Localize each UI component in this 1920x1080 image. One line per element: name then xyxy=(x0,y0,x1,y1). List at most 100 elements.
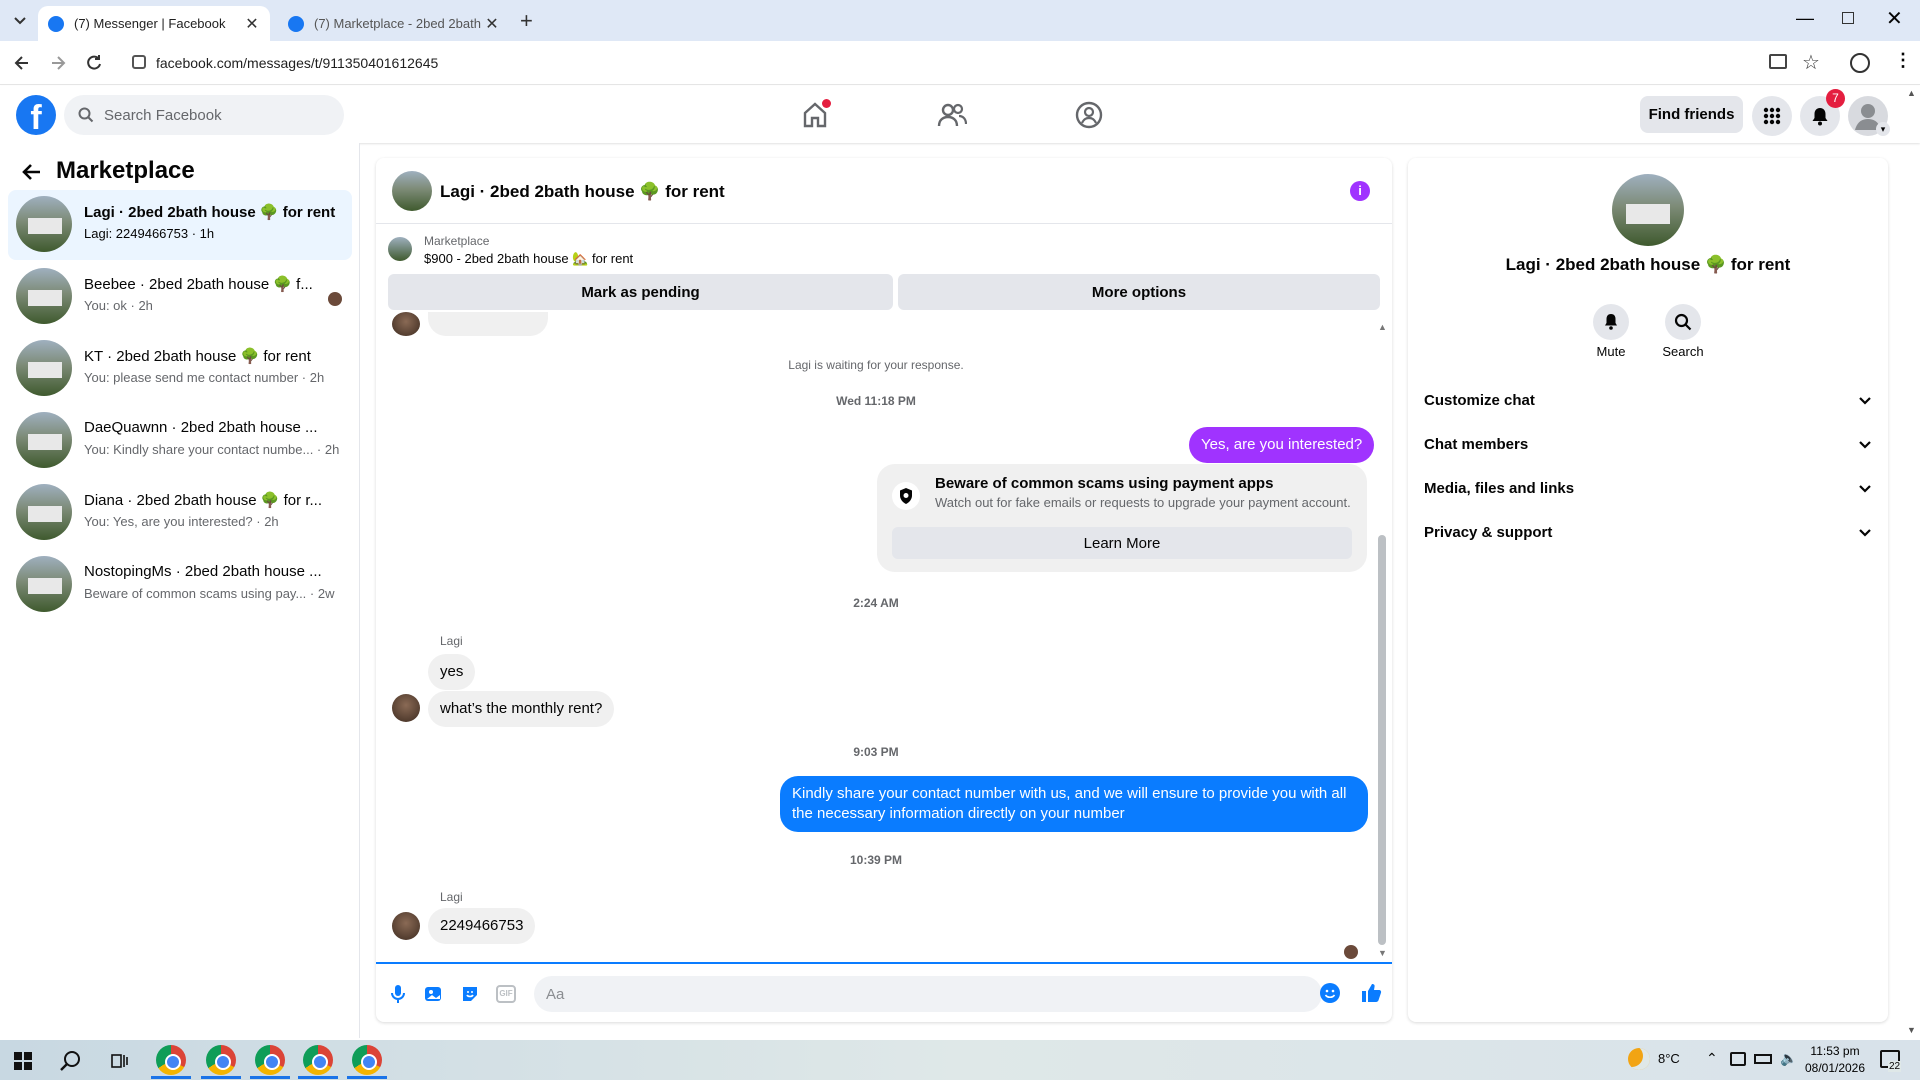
search-placeholder: Search Facebook xyxy=(104,106,222,124)
weather-temperature[interactable]: 8°C xyxy=(1658,1051,1680,1066)
account-chevron-icon[interactable]: ▾ xyxy=(1876,122,1890,136)
site-info-icon[interactable] xyxy=(132,55,146,69)
page-scroll-up-icon[interactable]: ▲ xyxy=(1907,88,1916,98)
close-window-button[interactable]: ✕ xyxy=(1886,6,1903,31)
clock-date: 08/01/2026 xyxy=(1804,1061,1866,1075)
conversation-item[interactable]: NostopingMs · 2bed 2bath house ... Bewar… xyxy=(8,550,352,620)
network-icon[interactable] xyxy=(1730,1052,1746,1066)
url-field[interactable]: facebook.com/messages/t/911350401612645 xyxy=(120,47,1780,79)
install-app-icon[interactable] xyxy=(1769,54,1787,69)
conversation-info-icon[interactable]: i xyxy=(1350,181,1370,201)
browser-menu-icon[interactable]: ⋮ xyxy=(1894,50,1912,71)
close-tab-icon[interactable]: ✕ xyxy=(484,14,500,34)
mute-bell-icon[interactable] xyxy=(1593,304,1629,340)
listing-avatar xyxy=(16,268,72,324)
emoji-icon[interactable] xyxy=(1320,983,1340,1003)
timestamp: 9:03 PM xyxy=(853,745,899,759)
sticker-icon[interactable] xyxy=(460,984,480,1004)
conversation-item[interactable]: DaeQuawnn · 2bed 2bath house ... You: Ki… xyxy=(8,406,352,476)
chevron-down-icon xyxy=(1858,437,1872,451)
close-tab-icon[interactable]: ✕ xyxy=(244,14,260,34)
listing-avatar-large[interactable] xyxy=(1612,174,1684,246)
moon-weather-icon xyxy=(1628,1048,1650,1070)
chrome-taskbar-icon[interactable] xyxy=(156,1045,186,1075)
customize-chat-row[interactable]: Customize chat xyxy=(1424,378,1872,422)
incoming-message[interactable]: 2249466753 xyxy=(428,908,536,944)
conversation-item[interactable]: KT · 2bed 2bath house 🌳 for rent You: pl… xyxy=(8,334,352,404)
conversation-name: NostopingMs · 2bed 2bath house ... xyxy=(84,563,322,580)
read-receipt-avatar xyxy=(328,292,342,306)
system-clock[interactable]: 11:53 pm 08/01/2026 xyxy=(1795,1043,1875,1077)
active-app-indicator xyxy=(201,1076,241,1079)
privacy-support-row[interactable]: Privacy & support xyxy=(1424,510,1872,554)
bookmark-star-icon[interactable]: ☆ xyxy=(1802,50,1820,75)
taskbar-search-icon[interactable] xyxy=(60,1050,82,1072)
facebook-logo-icon[interactable]: f xyxy=(16,95,56,135)
chat-scrollbar[interactable] xyxy=(1378,535,1386,945)
back-arrow-icon[interactable] xyxy=(20,160,44,184)
back-arrow-icon[interactable] xyxy=(12,53,32,73)
forward-arrow-icon[interactable] xyxy=(48,53,68,73)
chrome-taskbar-icon[interactable] xyxy=(303,1045,333,1075)
find-friends-button[interactable]: Find friends xyxy=(1640,96,1743,133)
row-label: Chat members xyxy=(1424,435,1529,453)
conversation-item[interactable]: Diana · 2bed 2bath house 🌳 for r... You:… xyxy=(8,478,352,548)
search-icon[interactable] xyxy=(1665,304,1701,340)
learn-more-button[interactable]: Learn More xyxy=(892,527,1352,559)
waiting-status: Lagi is waiting for your response. xyxy=(788,358,964,372)
url-text: facebook.com/messages/t/911350401612645 xyxy=(156,55,439,71)
marketplace-label: Marketplace xyxy=(424,234,490,248)
chat-title[interactable]: Lagi · 2bed 2bath house 🌳 for rent xyxy=(440,182,725,202)
thumbs-up-icon[interactable] xyxy=(1360,982,1382,1004)
browser-tab-marketplace[interactable]: (7) Marketplace - 2bed 2bath h ✕ xyxy=(278,6,510,41)
mark-as-pending-button[interactable]: Mark as pending xyxy=(388,274,893,310)
listing-thumbnail[interactable] xyxy=(388,237,412,261)
sender-avatar xyxy=(392,912,420,940)
outgoing-message[interactable]: Kindly share your contact number with us… xyxy=(780,776,1368,832)
conversation-preview: You: please send me contact number · 2h xyxy=(84,370,325,385)
reload-icon[interactable] xyxy=(84,53,104,73)
menu-grid-icon[interactable] xyxy=(1752,96,1792,136)
composer-divider xyxy=(376,962,1392,964)
chat-members-row[interactable]: Chat members xyxy=(1424,422,1872,466)
page-scroll-down-icon[interactable]: ▼ xyxy=(1907,1025,1916,1035)
microphone-icon[interactable] xyxy=(390,984,406,1004)
profile-icon[interactable] xyxy=(1850,53,1870,73)
friends-nav-icon[interactable] xyxy=(937,100,967,130)
chrome-taskbar-icon[interactable] xyxy=(255,1045,285,1075)
show-hidden-icons-chevron[interactable]: ⌃ xyxy=(1706,1050,1718,1067)
chrome-taskbar-icon[interactable] xyxy=(206,1045,236,1075)
listing-avatar xyxy=(16,556,72,612)
conversation-name: Lagi · 2bed 2bath house 🌳 for rent xyxy=(84,204,336,221)
new-tab-button[interactable]: + xyxy=(520,8,533,34)
chrome-taskbar-icon[interactable] xyxy=(352,1045,382,1075)
gif-icon[interactable]: GIF xyxy=(496,985,516,1003)
message-input[interactable]: Aa xyxy=(534,976,1322,1012)
minimize-window-button[interactable]: — xyxy=(1796,8,1814,29)
media-files-links-row[interactable]: Media, files and links xyxy=(1424,466,1872,510)
facebook-search-input[interactable]: Search Facebook xyxy=(64,95,344,135)
incoming-message[interactable]: yes xyxy=(428,654,476,690)
scroll-up-icon[interactable]: ▲ xyxy=(1378,322,1387,332)
conversation-item[interactable]: Beebee · 2bed 2bath house 🌳 f... You: ok… xyxy=(8,262,352,332)
listing-price-title[interactable]: $900 - 2bed 2bath house 🏡 for rent xyxy=(424,251,633,267)
chat-header-avatar[interactable] xyxy=(392,171,432,211)
home-notification-dot xyxy=(822,99,831,108)
clock-time: 11:53 pm xyxy=(1810,1044,1860,1058)
tab-search-chevron-icon[interactable] xyxy=(10,10,30,30)
outgoing-message[interactable]: Yes, are you interested? xyxy=(1189,427,1375,463)
conversation-item[interactable]: Lagi · 2bed 2bath house 🌳 for rent Lagi:… xyxy=(8,190,352,260)
battery-icon[interactable] xyxy=(1754,1054,1772,1064)
windows-start-icon[interactable] xyxy=(14,1052,32,1070)
scroll-down-icon[interactable]: ▼ xyxy=(1378,948,1387,958)
task-view-icon[interactable] xyxy=(110,1052,128,1070)
incoming-message[interactable]: what’s the monthly rent? xyxy=(428,691,615,727)
sender-avatar xyxy=(392,312,420,336)
groups-nav-icon[interactable] xyxy=(1074,100,1104,130)
restore-window-button[interactable] xyxy=(1842,12,1854,24)
more-options-button[interactable]: More options xyxy=(898,274,1380,310)
mute-label: Mute xyxy=(1596,344,1626,359)
photo-icon[interactable] xyxy=(424,984,444,1004)
browser-tab-messenger[interactable]: (7) Messenger | Facebook ✕ xyxy=(38,6,270,41)
active-app-indicator xyxy=(250,1076,290,1079)
